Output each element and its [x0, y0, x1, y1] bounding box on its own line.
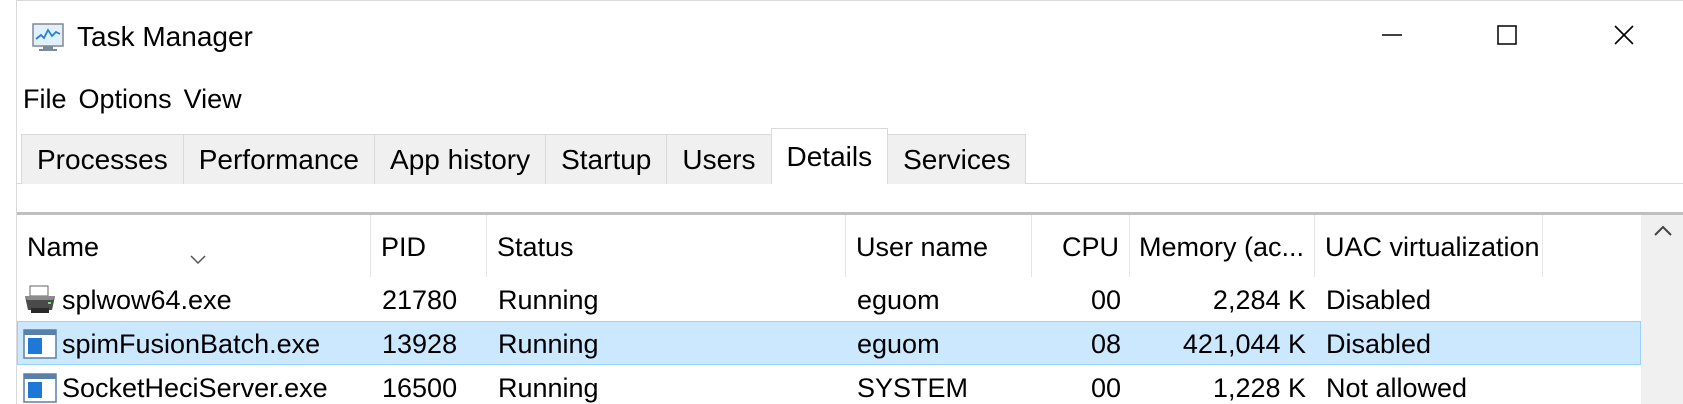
process-name: SocketHeciServer.exe: [62, 373, 328, 403]
close-button[interactable]: [1589, 11, 1659, 63]
vertical-scrollbar[interactable]: [1641, 215, 1683, 404]
maximize-icon: [1496, 24, 1518, 51]
minimize-button[interactable]: [1357, 11, 1427, 63]
table-row[interactable]: spimFusionBatch.exe 13928 Running eguom …: [17, 321, 1641, 365]
tab-services[interactable]: Services: [887, 134, 1027, 184]
chevron-down-icon: [189, 225, 207, 277]
process-user: eguom: [857, 285, 940, 315]
column-header-uac-virtualization[interactable]: UAC virtualization: [1315, 215, 1543, 277]
process-status: Running: [498, 285, 599, 315]
process-uac: Not allowed: [1326, 373, 1468, 403]
process-name: splwow64.exe: [62, 285, 232, 315]
close-icon: [1613, 24, 1635, 51]
process-memory: 421,044 K: [1182, 329, 1306, 359]
table-row[interactable]: splwow64.exe 21780 Running eguom 00 2,28…: [17, 277, 1641, 321]
tab-bar: Processes Performance App history Startu…: [21, 128, 1027, 184]
column-header-user-name[interactable]: User name: [846, 215, 1032, 277]
process-pid: 16500: [382, 373, 458, 403]
column-header-memory[interactable]: Memory (ac...: [1130, 215, 1315, 277]
chevron-up-icon: [1653, 224, 1673, 243]
column-header-name-label: Name: [27, 232, 100, 262]
menu-options[interactable]: Options: [73, 79, 178, 119]
process-user: SYSTEM: [857, 373, 969, 403]
tab-users[interactable]: Users: [666, 134, 772, 184]
column-header-name[interactable]: Name: [17, 215, 371, 277]
process-memory: 1,228 K: [1212, 373, 1306, 403]
table-header: Name PID Status User name CPU Memory (ac…: [17, 215, 1641, 277]
window-title: Task Manager: [77, 21, 253, 52]
process-uac: Disabled: [1326, 285, 1432, 315]
column-header-cpu[interactable]: CPU: [1032, 215, 1130, 277]
tab-processes[interactable]: Processes: [21, 134, 184, 184]
column-header-status[interactable]: Status: [487, 215, 846, 277]
process-uac: Disabled: [1326, 329, 1432, 359]
process-status: Running: [498, 373, 599, 403]
menu-view[interactable]: View: [178, 79, 248, 119]
title-bar[interactable]: Task Manager: [17, 1, 1683, 73]
tab-startup[interactable]: Startup: [545, 134, 668, 184]
tab-app-history[interactable]: App history: [374, 134, 547, 184]
menu-file[interactable]: File: [17, 79, 73, 119]
tab-details[interactable]: Details: [770, 128, 889, 184]
menu-bar: File Options View: [17, 79, 248, 119]
process-status: Running: [498, 329, 599, 359]
tab-performance[interactable]: Performance: [182, 134, 376, 184]
task-manager-icon: [31, 21, 67, 53]
process-cpu: 00: [1090, 285, 1121, 315]
process-name: spimFusionBatch.exe: [62, 329, 321, 359]
process-cpu: 00: [1090, 373, 1121, 403]
process-user: eguom: [857, 329, 940, 359]
maximize-button[interactable]: [1472, 11, 1542, 63]
column-header-pid[interactable]: PID: [371, 215, 487, 277]
process-cpu: 08: [1090, 329, 1121, 359]
process-pid: 21780: [382, 285, 458, 315]
table-row[interactable]: SocketHeciServer.exe 16500 Running SYSTE…: [17, 365, 1641, 404]
details-table: Name PID Status User name CPU Memory (ac…: [17, 215, 1641, 404]
scroll-up-button[interactable]: [1641, 215, 1683, 251]
process-pid: 13928: [382, 329, 458, 359]
process-memory: 2,284 K: [1212, 285, 1306, 315]
minimize-icon: [1381, 24, 1403, 51]
task-manager-window: Task Manager File Options View Processes…: [16, 0, 1683, 404]
